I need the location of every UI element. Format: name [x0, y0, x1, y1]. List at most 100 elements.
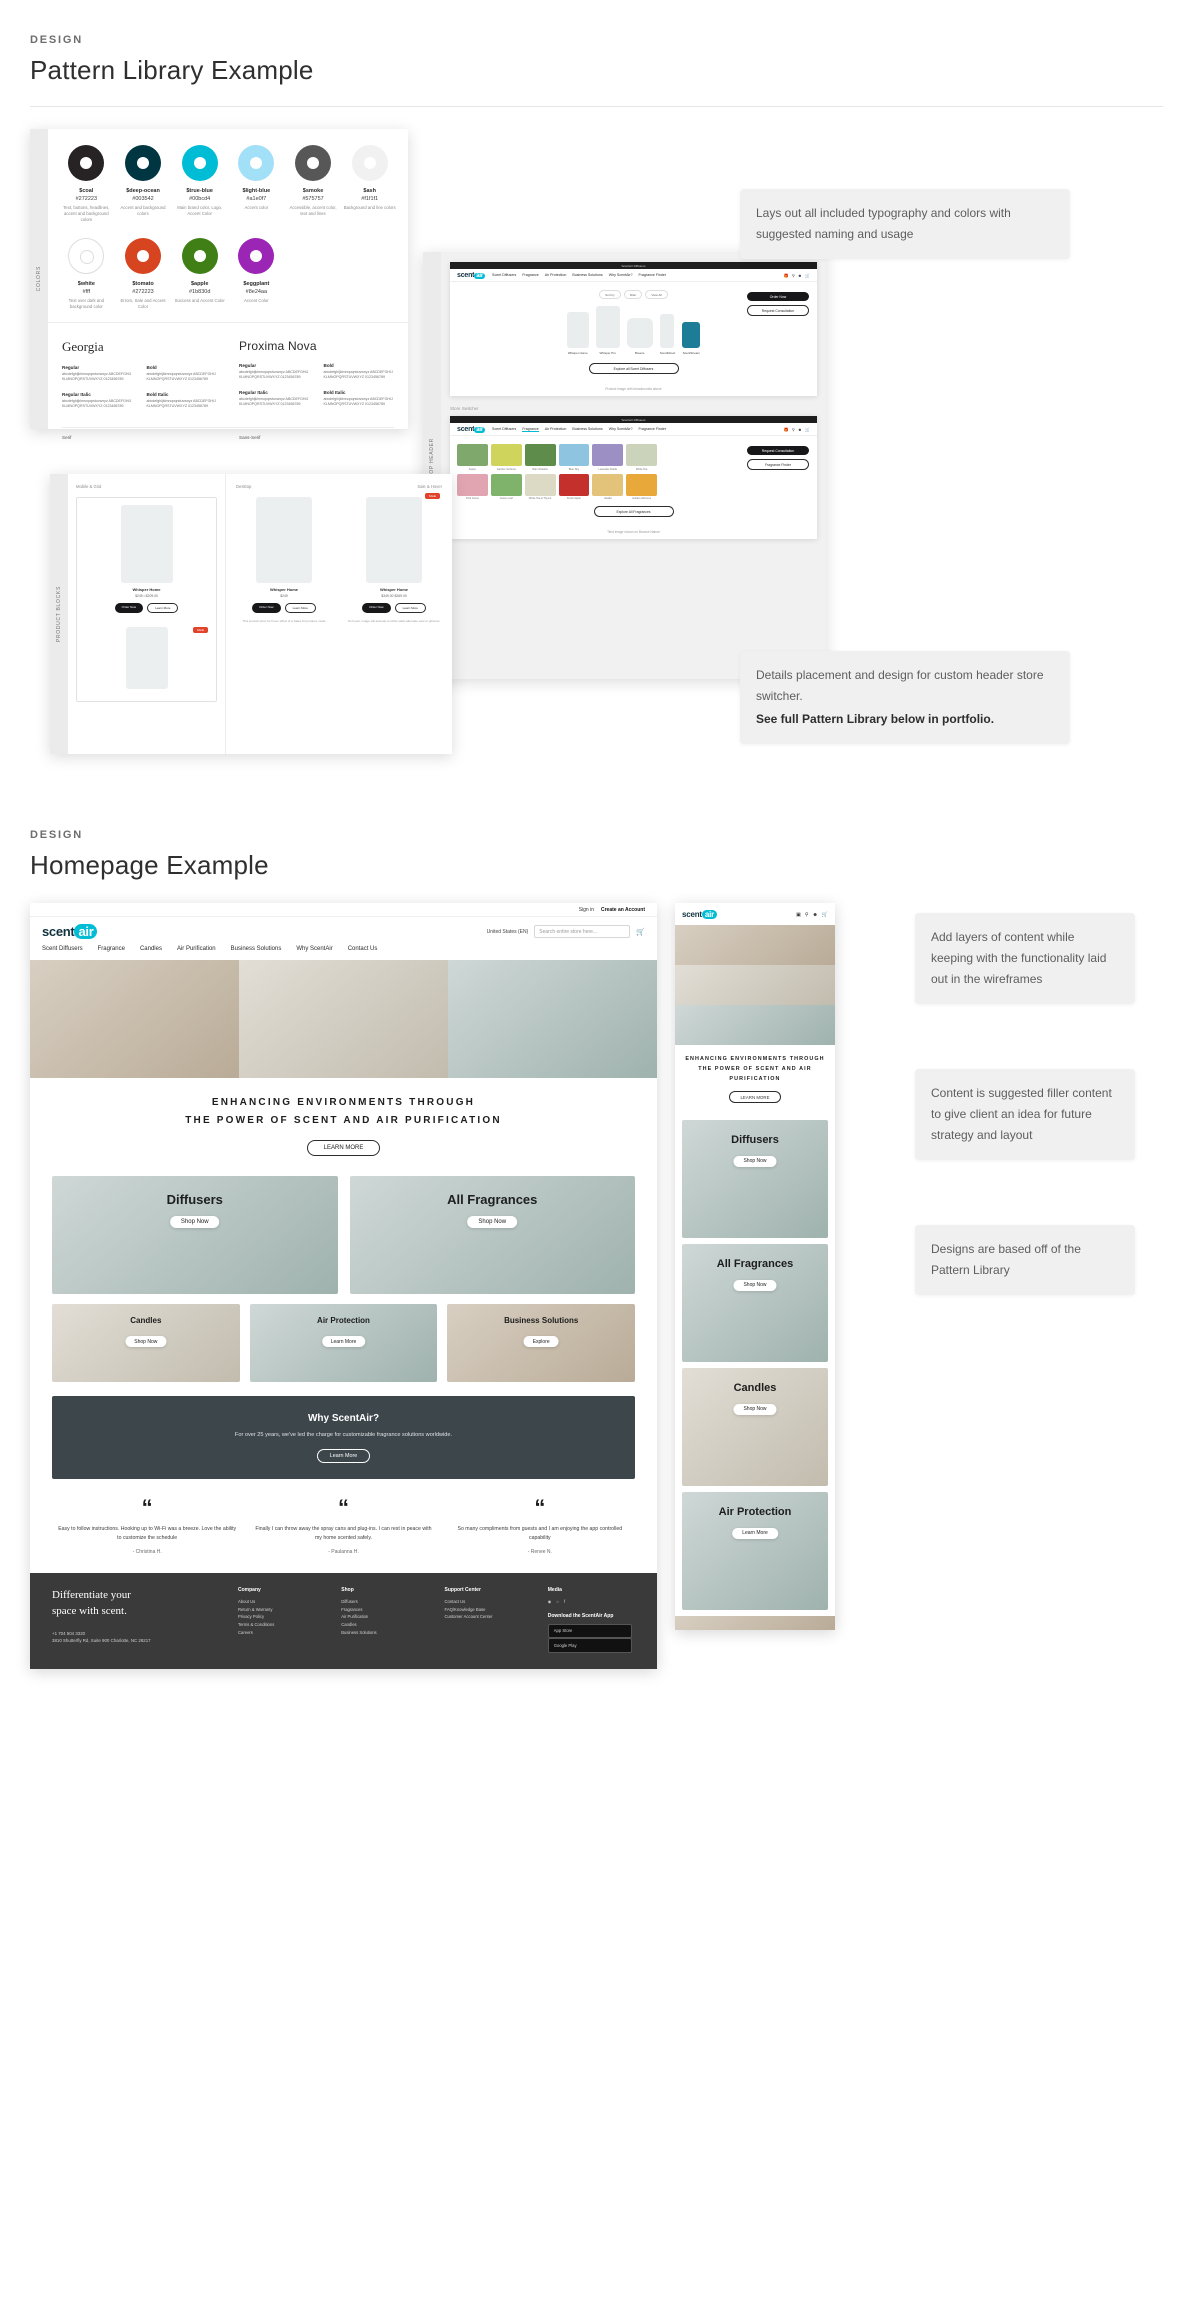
swatch[interactable]: $light-blue #a1e0f7 Accent color [228, 141, 285, 228]
menu-item[interactable]: Scent Diffusers [42, 946, 83, 952]
footer-link[interactable]: Contact Us [445, 1598, 532, 1606]
product-blocks-card[interactable]: PRODUCT BLOCKS Mobile & Grid Whisper Hom… [50, 474, 452, 754]
nav-item[interactable]: Fragrance Finder [638, 427, 666, 432]
swatch[interactable]: $true-blue #00bcd4 Main brand color, Log… [171, 141, 228, 228]
category-tile-fragrances[interactable]: All Fragrances Shop Now [349, 1176, 635, 1294]
sign-in-link[interactable]: Sign in [579, 907, 594, 913]
side-cta-group[interactable]: Order Now Request Consultation [747, 292, 809, 316]
swatch[interactable]: $eggplant #8e24aa Accent Color [228, 234, 285, 314]
learn-more-button[interactable]: Learn More [284, 603, 316, 613]
fragrance-finder-button[interactable]: Fragrance Finder [747, 459, 809, 470]
fragrance-tile[interactable]: Blue Sky [558, 444, 590, 471]
product-card[interactable]: Whisper Pro [595, 306, 620, 355]
tile-cta[interactable]: Shop Now [733, 1403, 777, 1415]
category-tile-business[interactable]: Business Solutions Explore [447, 1304, 636, 1382]
twitter-icon[interactable]: ○ [556, 1598, 559, 1606]
nav-item[interactable]: Fragrance Finder [638, 273, 666, 277]
nav-item[interactable]: Business Solutions [572, 427, 602, 432]
category-tile-candles[interactable]: Candles Shop Now [52, 1304, 240, 1382]
logo[interactable]: scent air [457, 272, 486, 279]
nav-item[interactable]: Why ScentAir? [609, 273, 633, 277]
product-card[interactable]: ScentDirect [660, 314, 675, 355]
tile-cta[interactable]: Shop Now [125, 1336, 167, 1347]
create-account-link[interactable]: Create an Account [601, 907, 645, 913]
app-store-badge[interactable]: App Store [547, 1623, 632, 1639]
colors-typography-card[interactable]: COLORS $coal #272223 Text, buttons, head… [30, 129, 408, 440]
product-card[interactable]: Whisper Home $249 Order Now Learn More T… [236, 497, 332, 624]
footer-link[interactable]: Return & Warranty [238, 1606, 325, 1614]
filter-pill[interactable]: Filter [623, 290, 643, 299]
swatch[interactable]: $apple #1b830d Success and Accent Color [171, 234, 228, 314]
swatch[interactable]: $ash #f1f1f1 Background and line colors [341, 141, 398, 228]
user-icon[interactable]: ☻ [798, 427, 802, 432]
cart-icon[interactable]: 🛒 [636, 928, 645, 936]
side-cta-group[interactable]: Request Consultation Fragrance Finder [747, 446, 809, 470]
filter-pill[interactable]: Sort by [599, 290, 621, 299]
tile-cta[interactable]: Shop Now [733, 1155, 777, 1167]
product-card[interactable]: Breeze [626, 318, 653, 355]
nav-item[interactable]: Business Solutions [572, 273, 602, 277]
button-pair[interactable]: Order Now Learn More [85, 603, 208, 613]
fragrance-tile[interactable]: White Tea [626, 444, 657, 471]
homepage-desktop-mock[interactable]: Sign in Create an Account scent air Unite… [30, 903, 657, 1670]
footer-link[interactable]: FAQ/Knowledge Base [445, 1606, 532, 1614]
tile-cta[interactable]: Learn More [732, 1527, 778, 1539]
search-input[interactable]: Search entire store here... [534, 925, 631, 938]
product-card[interactable]: ScentStream [682, 322, 701, 355]
nav-item[interactable]: Air Protection [545, 273, 567, 277]
order-now-button[interactable]: Order Now [362, 603, 391, 613]
tile-cta[interactable]: Explore [523, 1336, 559, 1347]
mobile-tile-candles[interactable]: Candles Shop Now [682, 1367, 828, 1486]
nav-links[interactable]: Scent Diffusers Fragrance Air Protection… [492, 273, 777, 277]
site-nav[interactable]: scent air Scent Diffusers Fragrance Air P… [450, 269, 817, 282]
request-consultation-button[interactable]: Request Consultation [747, 446, 809, 455]
product-card-sale[interactable]: SALE Whisper Home $349.00 $269.00 Order … [346, 493, 442, 624]
footer-link[interactable]: Business Solutions [341, 1629, 428, 1637]
search-icon[interactable]: ⚲ [792, 427, 795, 432]
fragrance-tile[interactable]: White Tea & Thyme [524, 473, 556, 500]
menu-item[interactable]: Business Solutions [231, 946, 282, 952]
flag-icon[interactable]: ▣ [796, 912, 801, 918]
utility-bar[interactable]: Sign in Create an Account [30, 903, 657, 917]
button-pair[interactable]: Order Now Learn More [346, 603, 442, 613]
tile-cta[interactable]: Shop Now [467, 1216, 518, 1228]
nav-item[interactable]: Air Protection [545, 427, 567, 432]
search-icon[interactable]: ⚲ [792, 273, 795, 278]
nav-icons[interactable]: 🎁 ⚲ ☻ 🛒 [784, 427, 810, 432]
request-consultation-button[interactable]: Request Consultation [747, 305, 809, 316]
nav-item[interactable]: Scent Diffusers [492, 273, 516, 277]
mobile-tile-air-protection[interactable]: Air Protection Learn More [682, 1491, 828, 1610]
cart-icon[interactable]: 🛒 [805, 273, 810, 278]
category-tile-air-protection[interactable]: Air Protection Learn More [249, 1304, 438, 1382]
site-header[interactable]: scent air United States (EN) Search entir… [30, 917, 657, 946]
footer-link[interactable]: About Us [238, 1598, 325, 1606]
filter-pill[interactable]: View All [645, 290, 668, 299]
fragrance-tile[interactable]: Aspen [457, 444, 488, 471]
logo[interactable]: scent air [42, 924, 98, 939]
nav-links[interactable]: Scent Diffusers Fragrance Air Protection… [492, 427, 777, 432]
hero-learn-more-button[interactable]: LEARN MORE [729, 1091, 781, 1103]
swatch[interactable]: $white #fff Text over dark and backgroun… [58, 234, 115, 314]
swatch[interactable]: $deep-ocean #003542 Accent and backgroun… [115, 141, 172, 228]
button-pair[interactable]: Order Now Learn More [236, 603, 332, 613]
fragrance-tile[interactable]: Garden Verbena [490, 444, 522, 471]
google-play-badge[interactable]: Google Play [547, 1638, 632, 1654]
social-links[interactable]: ◉ ○ f [548, 1598, 635, 1606]
browser-mock-diffusers[interactable]: ScentAir Diffusers scent air Scent Diffus… [450, 262, 817, 396]
swatch[interactable]: $coal #272223 Text, buttons, headlines, … [58, 141, 115, 228]
explore-diffusers-button[interactable]: Explore all Scent Diffusers [588, 363, 679, 374]
footer-link[interactable]: Air Purification [341, 1613, 428, 1621]
nav-item[interactable]: Fragrance [522, 273, 538, 277]
nav-item[interactable]: Why ScentAir? [609, 427, 633, 432]
explore-fragrances-button[interactable]: Explore All Fragrances [593, 506, 674, 517]
fragrance-tile[interactable]: Vanilla [592, 473, 624, 500]
footer-link[interactable]: Careers [238, 1629, 325, 1637]
instagram-icon[interactable]: ◉ [548, 1598, 552, 1606]
homepage-mobile-mock[interactable]: scent air ▣ ⚲ ☻ 🛒 ENHANCING ENVIRONMENTS … [675, 903, 835, 1630]
product-card[interactable]: Whisper Home [566, 312, 589, 355]
nav-item[interactable]: Fragrance [522, 427, 539, 432]
mobile-tile-diffusers[interactable]: Diffusers Shop Now [682, 1119, 828, 1238]
mobile-icons[interactable]: ▣ ⚲ ☻ 🛒 [796, 912, 828, 918]
why-learn-more-button[interactable]: Learn More [316, 1449, 371, 1463]
gift-icon[interactable]: 🎁 [784, 427, 789, 432]
